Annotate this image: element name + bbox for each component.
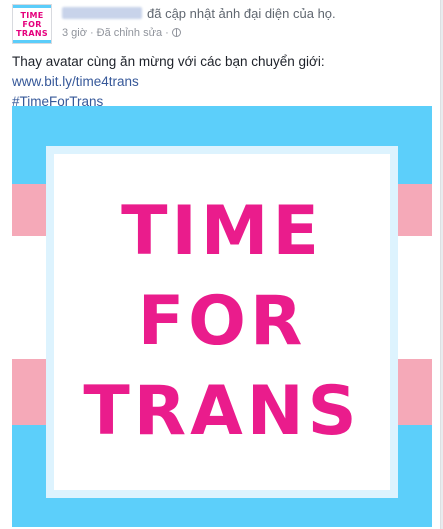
- globe-icon[interactable]: [171, 28, 181, 37]
- meta-separator: ·: [89, 27, 94, 39]
- time-for-trans-card: TIME FOR TRANS: [54, 154, 390, 490]
- post-text: Thay avatar cùng ăn mừng với các bạn chu…: [12, 54, 325, 69]
- avatar-line-2: FOR: [22, 19, 42, 29]
- avatar-stripe-top: [13, 5, 51, 8]
- page-avatar[interactable]: TIME FOR TRANS: [12, 4, 52, 44]
- card-word-for: FOR: [137, 282, 307, 361]
- avatar-line-1: TIME: [20, 10, 44, 20]
- avatar-line-3: TRANS: [16, 28, 48, 38]
- post-link[interactable]: www.bit.ly/time4trans: [12, 74, 139, 89]
- meta-separator-2: ·: [165, 27, 169, 39]
- post-meta: 3 giờ · Đã chỉnh sửa ·: [62, 27, 181, 39]
- feed-post: TIME FOR TRANS đã cập nhật ảnh đại diện …: [0, 0, 441, 529]
- author-name-blurred[interactable]: [62, 7, 142, 19]
- card-word-trans: TRANS: [83, 372, 361, 451]
- post-header: đã cập nhật ảnh đại diện của họ.: [62, 6, 336, 21]
- avatar-stripe-bottom: [13, 40, 51, 43]
- post-action-text: đã cập nhật ảnh đại diện của họ.: [147, 6, 336, 21]
- post-body: Thay avatar cùng ăn mừng với các bạn chu…: [12, 52, 430, 112]
- card-word-time: TIME: [121, 192, 323, 271]
- post-timestamp[interactable]: 3 giờ: [62, 27, 87, 39]
- post-image[interactable]: TIME FOR TRANS: [12, 106, 432, 527]
- edited-label[interactable]: Đã chỉnh sửa: [97, 27, 162, 39]
